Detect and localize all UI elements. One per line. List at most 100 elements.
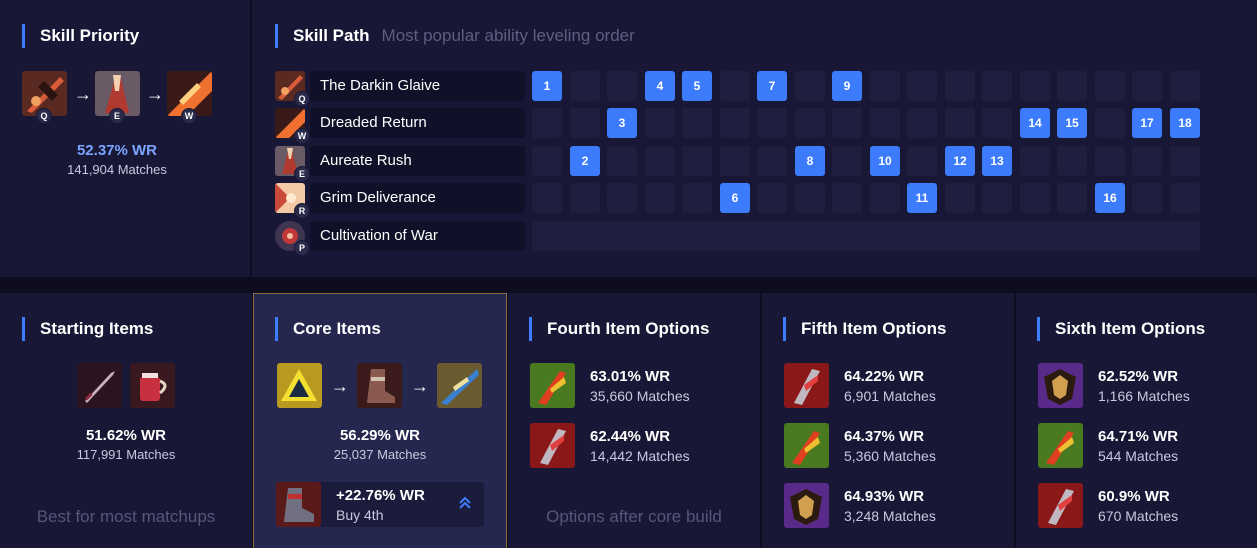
skill-level-cell <box>832 146 862 176</box>
item-option[interactable]: 64.71% WR 544 Matches <box>1038 423 1238 468</box>
skill-level-cell-active: 16 <box>1095 183 1125 213</box>
skill-key-w: W <box>294 128 310 144</box>
skill-level-cell <box>1170 183 1200 213</box>
skill-q-key: Q <box>36 108 52 124</box>
skill-level-cell <box>645 146 675 176</box>
option-winrate: 64.37% WR <box>844 428 925 445</box>
skill-level-cell <box>1132 71 1162 101</box>
purple-shield-icon <box>784 483 829 528</box>
skill-level-cell <box>907 71 937 101</box>
skill-level-cell <box>720 108 750 138</box>
skill-level-cell <box>982 71 1012 101</box>
item-option[interactable]: 64.93% WR 3,248 Matches <box>784 483 994 528</box>
skill-level-cell <box>720 146 750 176</box>
skill-level-cell-active: 1 <box>532 71 562 101</box>
skill-level-cell <box>532 146 562 176</box>
refillable-potion-icon[interactable] <box>130 363 175 408</box>
arrow-right-icon: → <box>146 84 164 104</box>
skill-priority-title: Skill Priority <box>22 24 139 48</box>
skill-priority-matches: 141,904 Matches <box>67 162 167 177</box>
option-winrate: 64.93% WR <box>844 488 925 505</box>
purple-shield-icon <box>1038 363 1083 408</box>
item-option[interactable]: 64.37% WR 5,360 Matches <box>784 423 994 468</box>
skill-key-e: E <box>294 166 310 182</box>
skill-level-cell <box>757 146 787 176</box>
skill-level-cell <box>982 108 1012 138</box>
option-matches: 670 Matches <box>1098 508 1179 524</box>
passive-row-bar <box>532 221 1200 251</box>
skill-level-cell-active: 2 <box>570 146 600 176</box>
skill-level-cell <box>1170 146 1200 176</box>
option-matches: 1,166 Matches <box>1098 388 1190 404</box>
red-claw-icon <box>784 363 829 408</box>
item-option[interactable]: 63.01% WR 35,660 Matches <box>530 363 740 408</box>
arrow-right-icon: → <box>331 376 349 396</box>
skill-level-cell <box>682 183 712 213</box>
skill-level-cell <box>795 108 825 138</box>
red-claw-icon <box>530 423 575 468</box>
sixth-items-title: Sixth Item Options <box>1037 317 1205 341</box>
core-items-title: Core Items <box>275 317 381 341</box>
skill-level-cell <box>1170 71 1200 101</box>
boots-option-card[interactable]: +22.76% WR Buy 4th <box>276 482 484 527</box>
boots-icon[interactable] <box>357 363 402 408</box>
skill-level-cell <box>870 183 900 213</box>
item-option[interactable]: 60.9% WR 670 Matches <box>1038 483 1238 528</box>
option-winrate: 63.01% WR <box>590 368 671 385</box>
skill-level-cell-active: 11 <box>907 183 937 213</box>
skill-level-cell-active: 8 <box>795 146 825 176</box>
skill-path-subtitle: Most popular ability leveling order <box>381 26 635 45</box>
skill-level-cell-active: 7 <box>757 71 787 101</box>
red-claw-icon <box>1038 483 1083 528</box>
skill-level-cell-active: 15 <box>1057 108 1087 138</box>
option-matches: 6,901 Matches <box>844 388 936 404</box>
skill-level-cell <box>945 183 975 213</box>
arrow-right-icon: → <box>411 376 429 396</box>
skill-row-label: The Darkin Glaive <box>310 71 525 101</box>
item-option[interactable]: 64.22% WR 6,901 Matches <box>784 363 994 408</box>
skill-level-cell-active: 18 <box>1170 108 1200 138</box>
skill-level-cell <box>1132 146 1162 176</box>
triforce-icon[interactable] <box>277 363 322 408</box>
green-claw-icon <box>530 363 575 408</box>
chevron-up-icon[interactable] <box>457 495 473 511</box>
option-winrate: 60.9% WR <box>1098 488 1170 505</box>
option-matches: 35,660 Matches <box>590 388 690 404</box>
skill-level-cell <box>1057 146 1087 176</box>
skill-level-cell <box>1020 183 1050 213</box>
skill-level-cell <box>532 108 562 138</box>
arrow-right-icon: → <box>74 84 92 104</box>
skill-level-cell <box>832 108 862 138</box>
skill-level-cell <box>1057 71 1087 101</box>
fourth-items-title: Fourth Item Options <box>529 317 709 341</box>
boots-label: Buy 4th <box>336 507 384 523</box>
skill-level-cell <box>1095 71 1125 101</box>
long-sword-icon[interactable] <box>77 363 122 408</box>
skill-level-cell <box>1057 183 1087 213</box>
skill-priority-winrate: 52.37% WR <box>76 142 158 159</box>
skill-level-cell-active: 14 <box>1020 108 1050 138</box>
skill-level-cell <box>757 108 787 138</box>
skill-level-cell-active: 10 <box>870 146 900 176</box>
skill-level-cell <box>945 71 975 101</box>
option-matches: 3,248 Matches <box>844 508 936 524</box>
skill-level-cell <box>795 71 825 101</box>
skill-level-cell-active: 3 <box>607 108 637 138</box>
skill-key-p: P <box>294 240 310 256</box>
skill-row-label: Grim Deliverance <box>310 183 525 213</box>
skill-level-cell <box>682 146 712 176</box>
starting-items-winrate: 51.62% WR <box>85 427 167 444</box>
skill-level-cell <box>870 108 900 138</box>
skill-key-q: Q <box>294 91 310 107</box>
navori-blade-icon[interactable] <box>437 363 482 408</box>
item-option[interactable]: 62.52% WR 1,166 Matches <box>1038 363 1238 408</box>
fourth-items-hint: Options after core build <box>546 507 722 526</box>
skill-level-cell <box>532 183 562 213</box>
skill-path-heading: Skill Path <box>293 26 370 45</box>
core-items-winrate: 56.29% WR <box>339 427 421 444</box>
mercury-treads-icon <box>276 482 321 527</box>
option-matches: 544 Matches <box>1098 448 1179 464</box>
item-option[interactable]: 62.44% WR 14,442 Matches <box>530 423 740 468</box>
skill-level-cell <box>570 71 600 101</box>
skill-level-cell <box>1020 71 1050 101</box>
